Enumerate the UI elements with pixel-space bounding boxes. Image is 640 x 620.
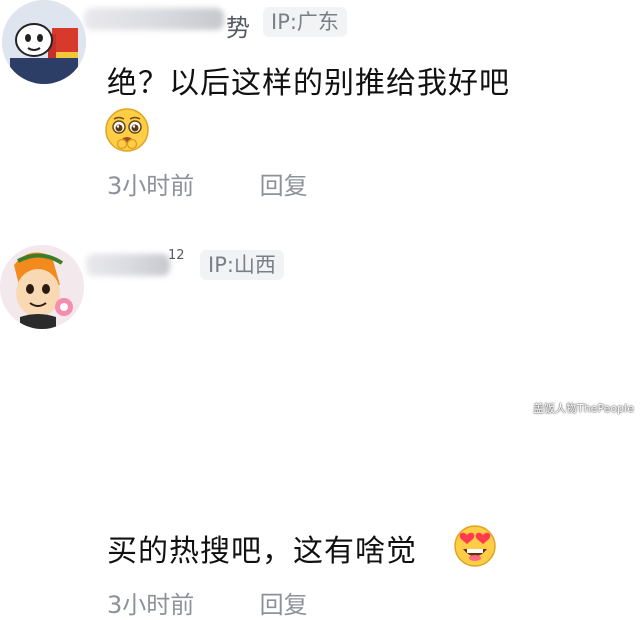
reply-button[interactable]: 回复 bbox=[260, 585, 308, 620]
reply-button[interactable]: 回复 bbox=[260, 166, 308, 201]
ip-location-badge: IP:山西 bbox=[200, 250, 284, 280]
cartoon-avatar-icon bbox=[2, 0, 86, 84]
comment-item: 12 买的热搜吧，这有啥觉 3小时前 回复 bbox=[0, 225, 640, 619]
comment-meta: 3小时前 回复 bbox=[107, 166, 308, 201]
comment-timestamp: 3小时前 bbox=[107, 591, 195, 619]
cartoon-avatar-icon bbox=[0, 245, 84, 329]
comment-timestamp: 3小时前 bbox=[107, 172, 195, 200]
watermark: 盖饭人物ThePeople bbox=[532, 402, 634, 415]
comment-meta: 3小时前 回复 bbox=[107, 585, 308, 620]
comment-text: 绝？以后这样的别推给我好吧 bbox=[107, 66, 510, 101]
username-blurred[interactable] bbox=[86, 254, 170, 276]
heart-eyes-face-emoji-icon bbox=[452, 522, 498, 568]
avatar[interactable] bbox=[0, 245, 84, 329]
avatar[interactable] bbox=[2, 0, 86, 84]
ip-location-badge: IP:广东 bbox=[263, 7, 347, 37]
username-blurred[interactable] bbox=[84, 8, 224, 30]
pleading-face-emoji-icon bbox=[104, 107, 150, 153]
username[interactable]: 12 bbox=[168, 248, 185, 263]
comment-text: 买的热搜吧，这有啥觉 bbox=[107, 534, 417, 569]
comment-item: 势 IP:广东 绝？以后这样的别推给我好吧 3小时前 回复 bbox=[0, 0, 640, 215]
username[interactable]: 势 bbox=[226, 8, 250, 43]
